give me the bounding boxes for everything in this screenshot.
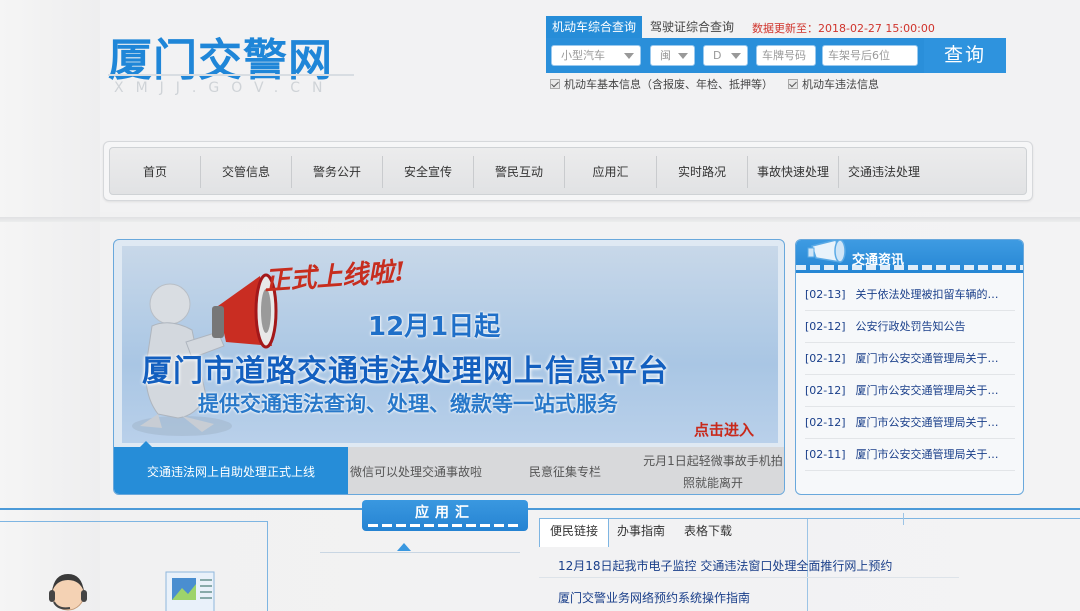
nav-item-accident[interactable]: 事故快速处理 [748,148,838,196]
nav-item-home[interactable]: 首页 [110,148,200,196]
main-nav: 首页 交管信息 警务公开 安全宣传 警民互动 应用汇 实时路况 事故快速处理 交… [103,141,1033,201]
tab-license-query[interactable]: 驾驶证综合查询 [650,16,734,38]
news-item[interactable]: [02-11] 厦门市公安交通管理局关于… [805,439,1015,471]
news-item[interactable]: [02-12] 厦门市公安交通管理局关于… [805,407,1015,439]
logo-title: 厦门交警网 [108,35,333,86]
query-bar: 小型汽车 闽 D 车牌号码 车架号后6位 查询 [546,38,1006,73]
news-item[interactable]: [02-12] 厦门市公安交通管理局关于… [805,343,1015,375]
nav-item-traffic-info[interactable]: 交管信息 [201,148,291,196]
tab-downloads[interactable]: 表格下载 [684,519,732,547]
banner-title: 厦门市道路交通违法处理网上信息平台 [142,354,669,389]
update-notice: 数据更新至：2018-02-27 15:00:00 [752,20,935,36]
checkbox-icon[interactable] [788,79,798,89]
news-panel: 交通资讯 [02-13] 关于依法处理被扣留车辆的… [02-12] 公安行政处罚告… [795,239,1024,495]
section-divider [0,217,1080,222]
logo-divider [108,74,354,76]
nav-item-apps[interactable]: 应用汇 [565,148,656,196]
row-divider [539,577,959,578]
query-button[interactable]: 查询 [924,38,1006,73]
chevron-down-icon [731,53,741,59]
banner-tab-label: 交通违法网上自助处理正式上线 [146,464,315,479]
news-item[interactable]: [02-12] 厦门市公安交通管理局关于… [805,375,1015,407]
logo-subtitle: XMJJ.GOV.CN [114,80,335,96]
news-item[interactable]: [02-12] 公安行政处罚告知公告 [805,311,1015,343]
pointer-icon [140,441,152,447]
nav-item-safety[interactable]: 安全宣传 [383,148,473,196]
banner-headline: 正式上线啦! [263,257,407,297]
news-text: 关于依法处理被扣留车辆的… [855,288,999,301]
news-date: [02-12] [805,384,846,397]
tab-guides[interactable]: 办事指南 [617,519,665,547]
banner-subtitle: 提供交通违法查询、处理、缴款等一站式服务 [198,392,618,416]
apps-line [320,552,520,553]
banner-tab-wechat[interactable]: 微信可以处理交通事故啦 [348,447,484,494]
option-basic-info[interactable]: 机动车基本信息（含报废、年检、抵押等） [550,78,773,92]
province-select[interactable]: 闽 [650,45,695,66]
tab-convenience-links[interactable]: 便民链接 [539,519,609,547]
nav-item-police-affairs[interactable]: 警务公开 [292,148,382,196]
news-header: 交通资讯 [796,240,1023,273]
nav-bar: 首页 交管信息 警务公开 安全宣传 警民互动 应用汇 实时路况 事故快速处理 交… [109,147,1027,195]
links-panel: 便民链接 办事指南 表格下载 12月18日起我市电子监控 交通违法窗口处理全面推… [539,513,1080,611]
tab-vehicle-query[interactable]: 机动车综合查询 [546,16,642,38]
news-item[interactable]: [02-13] 关于依法处理被扣留车辆的… [805,279,1015,311]
vin-input[interactable]: 车架号后6位 [822,45,918,66]
option-violations-label: 机动车违法信息 [802,78,879,91]
bottom-divider [0,508,1080,510]
nav-item-live-traffic[interactable]: 实时路况 [657,148,747,196]
plate-number-input[interactable]: 车牌号码 [756,45,816,66]
news-text: 厦门市公安交通管理局关于… [855,416,999,429]
site-logo[interactable]: 厦门交警网 XMJJ.GOV.CN [108,24,358,100]
banner-tabs: 交通违法网上自助处理正式上线 微信可以处理交通事故啦 民意征集专栏 元月1日起轻… [114,441,784,494]
banner-tab-opinion[interactable]: 民意征集专栏 [484,447,646,494]
link-item[interactable]: 12月18日起我市电子监控 交通违法窗口处理全面推行网上预约 [558,557,892,574]
nav-item-violation[interactable]: 交通违法处理 [839,148,929,196]
pointer-icon [397,543,411,551]
apps-title: 应用汇 [362,500,528,531]
update-label: 数据更新至： [752,22,818,35]
news-date: [02-12] [805,352,846,365]
news-date: [02-12] [805,320,846,333]
news-date: [02-12] [805,416,846,429]
chevron-down-icon [678,53,688,59]
banner-carousel: 正式上线啦! 12月1日起 厦门市道路交通违法处理网上信息平台 提供交通违法查询… [113,239,785,495]
service-box [0,521,268,611]
banner-tab-photo-accident[interactable]: 元月1日起轻微事故手机拍照就能离开 [640,447,784,494]
banner-slide[interactable]: 正式上线啦! 12月1日起 厦门市道路交通违法处理网上信息平台 提供交通违法查询… [122,246,778,443]
news-text: 厦门市公安交通管理局关于… [855,384,999,397]
banner-date: 12月1日起 [368,312,501,342]
city-letter-value: D [713,49,722,62]
news-text: 厦门市公安交通管理局关于… [855,352,999,365]
page: 厦门交警网 XMJJ.GOV.CN 机动车综合查询 驾驶证综合查询 数据更新至：… [0,0,1080,611]
option-basic-info-label: 机动车基本信息（含报废、年检、抵押等） [564,78,773,91]
update-time: 2018-02-27 15:00:00 [818,22,935,35]
vehicle-type-select[interactable]: 小型汽车 [551,45,641,66]
checkbox-icon[interactable] [550,79,560,89]
nav-item-interaction[interactable]: 警民互动 [474,148,564,196]
vehicle-type-value: 小型汽车 [561,49,605,62]
panel-divider [903,513,904,525]
link-item[interactable]: 厦门交警业务网络预约系统操作指南 [558,589,750,606]
customer-service-icon[interactable] [44,568,92,611]
document-icon[interactable] [160,568,222,611]
news-date: [02-11] [805,448,846,461]
megaphone-icon [807,240,846,263]
apps-box [308,521,538,611]
header-stripe [796,265,1023,270]
chevron-down-icon [624,53,634,59]
banner-enter-link[interactable]: 点击进入 [694,419,754,440]
province-value: 闽 [660,49,671,62]
news-text: 厦门市公安交通管理局关于… [855,448,999,461]
news-text: 公安行政处罚告知公告 [855,320,966,333]
news-date: [02-13] [805,288,846,301]
banner-tab-online-processing[interactable]: 交通违法网上自助处理正式上线 [114,441,348,494]
city-letter-select[interactable]: D [703,45,748,66]
option-violations[interactable]: 机动车违法信息 [788,78,879,92]
